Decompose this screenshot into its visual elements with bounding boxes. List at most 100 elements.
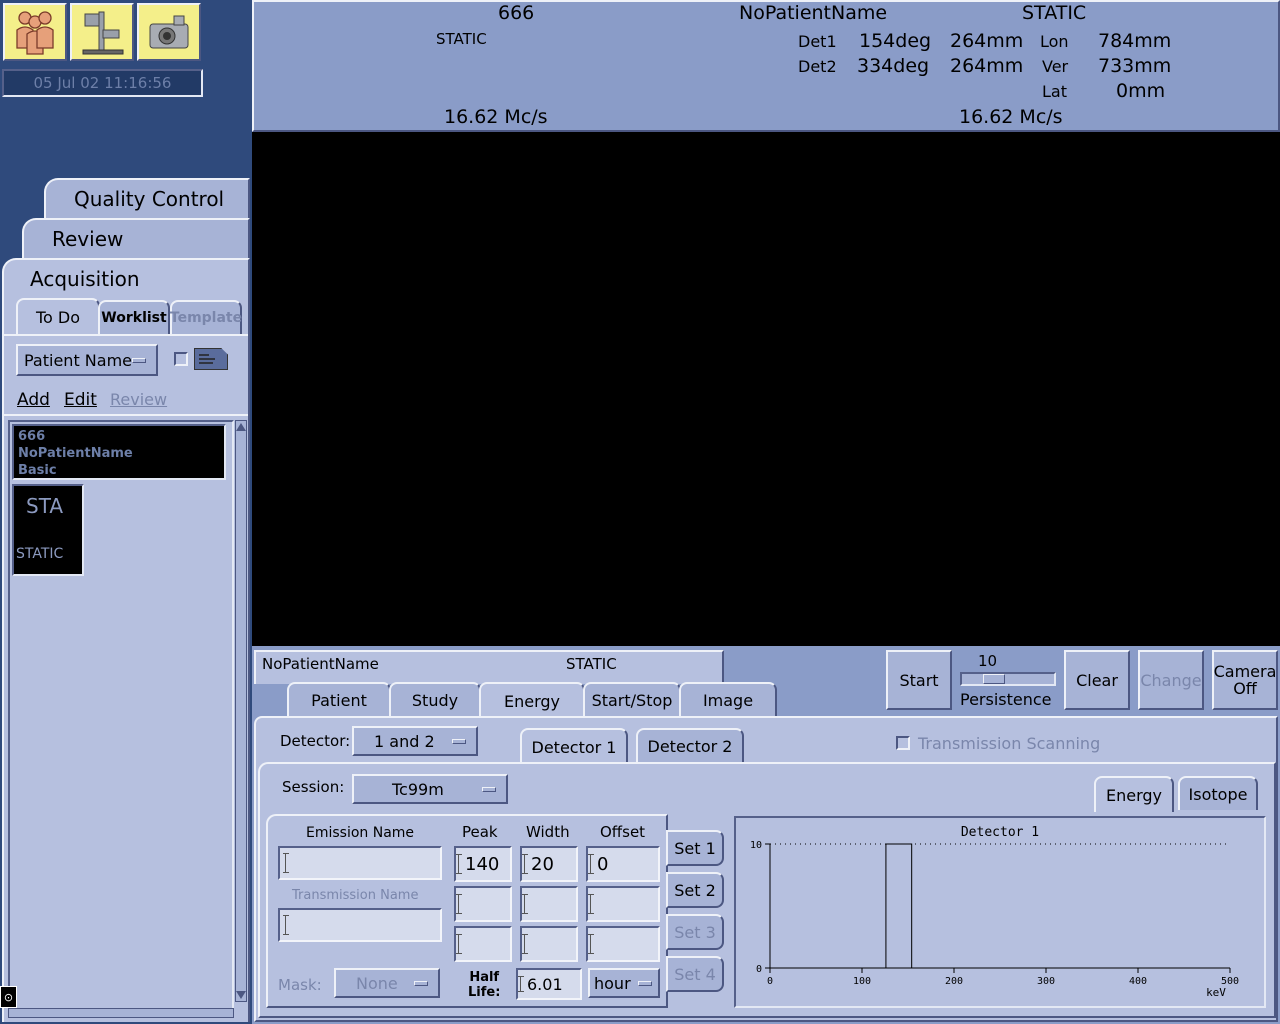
gantry-icon[interactable]	[70, 3, 134, 61]
tab-acquisition[interactable]: Acquisition	[2, 258, 250, 298]
detector-label: Detector:	[280, 732, 351, 750]
width-field-1[interactable]: 20	[520, 846, 578, 882]
set-4-button[interactable]: Set 4	[666, 956, 724, 992]
lat-value: 0mm	[1116, 80, 1166, 102]
set-1-label: Set 1	[674, 838, 716, 858]
subtab-divider	[4, 334, 248, 336]
scroll-down-arrow-icon[interactable]	[236, 991, 246, 1001]
camera-off-button[interactable]: Camera Off	[1212, 650, 1278, 710]
y-tick-label-1: 10	[750, 840, 762, 851]
count-rate-left: 16.62 Mc/s	[444, 106, 548, 128]
emission-name-label: Emission Name	[306, 825, 415, 841]
peak-field-2[interactable]	[454, 886, 512, 922]
session-label: Session:	[282, 778, 345, 796]
offset-field-1[interactable]: 0	[586, 846, 660, 882]
x-tick-label-4: 400	[1129, 976, 1147, 987]
add-action[interactable]: Add	[17, 390, 50, 410]
patient-entry-protocol: Basic	[18, 463, 57, 478]
x-tick-label-0: 0	[767, 976, 773, 987]
side-toggle-icon[interactable]: ⊙	[0, 986, 17, 1008]
persistence-slider-thumb[interactable]	[983, 674, 1005, 684]
ver-label: Ver	[1042, 57, 1069, 76]
chevron-down-icon	[132, 358, 146, 363]
set-1-button[interactable]: Set 1	[666, 830, 724, 866]
detector-dropdown[interactable]: 1 and 2	[352, 726, 478, 756]
tab-template[interactable]: Template	[170, 300, 242, 334]
tab-acquisition-label: Acquisition	[30, 267, 140, 291]
tab-start-stop-label: Start/Stop	[591, 690, 673, 710]
review-action[interactable]: Review	[110, 390, 167, 409]
patients-icon[interactable]	[3, 3, 67, 61]
peak-field-1[interactable]: 140	[454, 846, 512, 882]
tab-patient[interactable]: Patient	[287, 682, 391, 716]
tab-isotope-label: Isotope	[1188, 784, 1248, 804]
sort-dropdown[interactable]: Patient Name	[16, 344, 158, 376]
tab-review-label: Review	[52, 227, 124, 251]
header-right-mode: STATIC	[1022, 2, 1087, 24]
transmission-name-field[interactable]	[278, 908, 442, 942]
change-button[interactable]: Change	[1138, 650, 1204, 710]
tab-review[interactable]: Review	[22, 218, 250, 258]
clear-button[interactable]: Clear	[1064, 650, 1130, 710]
y-tick-label-0: 0	[756, 964, 762, 975]
det1-angle: 154deg	[859, 30, 932, 52]
tab-isotope[interactable]: Isotope	[1178, 776, 1258, 810]
mask-dropdown[interactable]: None	[334, 968, 440, 998]
actions-divider	[4, 414, 248, 416]
vertical-scrollbar[interactable]	[235, 420, 247, 1002]
offset-field-2[interactable]	[586, 886, 660, 922]
energy-window-panel: Emission Name Peak Width Offset 140 20 0…	[266, 814, 668, 1008]
peak-value-1: 140	[465, 853, 500, 875]
transmission-scanning-checkbox[interactable]	[896, 736, 910, 750]
start-button[interactable]: Start	[886, 650, 952, 710]
width-field-3[interactable]	[520, 926, 578, 962]
tab-detector-1-label: Detector 1	[531, 737, 617, 757]
emission-name-field[interactable]	[278, 846, 442, 880]
tab-energy-sub[interactable]: Energy	[1094, 776, 1174, 812]
tab-energy-label: Energy	[503, 691, 560, 711]
scroll-up-arrow-icon[interactable]	[236, 421, 246, 431]
half-life-label-1: Half	[469, 970, 500, 985]
tab-worklist[interactable]: Worklist	[98, 300, 170, 334]
energy-window-series-0	[770, 843, 1230, 969]
acq-header-patient: NoPatientName	[262, 655, 379, 673]
header-left-mode: STATIC	[436, 30, 487, 48]
tab-image[interactable]: Image	[679, 682, 777, 716]
acq-header-mode: STATIC	[566, 655, 617, 673]
tab-worklist-label: Worklist	[101, 310, 167, 326]
x-axis-label: keV	[1206, 986, 1226, 999]
list-view-icon[interactable]	[194, 348, 228, 370]
tab-energy[interactable]: Energy	[479, 682, 585, 718]
tab-todo[interactable]: To Do	[16, 298, 100, 334]
acq-header: NoPatientName STATIC	[254, 650, 724, 684]
tab-start-stop[interactable]: Start/Stop	[583, 682, 681, 716]
filter-checkbox[interactable]	[174, 352, 188, 366]
set-2-button[interactable]: Set 2	[666, 872, 724, 908]
tab-study[interactable]: Study	[389, 682, 481, 716]
peak-label: Peak	[462, 823, 498, 841]
half-life-unit-dropdown[interactable]: hour	[588, 968, 660, 998]
peak-field-3[interactable]	[454, 926, 512, 962]
offset-field-3[interactable]	[586, 926, 660, 962]
patient-entry[interactable]: 666 NoPatientName Basic	[12, 424, 226, 480]
tab-detector-1[interactable]: Detector 1	[520, 728, 628, 764]
tab-patient-label: Patient	[311, 690, 367, 710]
persistence-control: 10 Persistence	[956, 650, 1060, 710]
width-field-2[interactable]	[520, 886, 578, 922]
toolbar	[0, 0, 250, 68]
protocol-thumbnail[interactable]: STA STATIC	[12, 484, 84, 576]
set-3-button[interactable]: Set 3	[666, 914, 724, 950]
horizontal-scrollbar[interactable]	[8, 1008, 234, 1018]
sort-selected: Patient Name	[24, 350, 132, 370]
persistence-slider[interactable]	[960, 672, 1056, 686]
acquisition-panel: To Do Worklist Template Patient Name Add…	[2, 296, 250, 1022]
tab-detector-2[interactable]: Detector 2	[636, 728, 744, 762]
tab-quality-control[interactable]: Quality Control	[44, 178, 250, 218]
edit-action[interactable]: Edit	[64, 390, 97, 410]
session-dropdown[interactable]: Tc99m	[352, 774, 508, 804]
half-life-field[interactable]: 6.01	[516, 968, 582, 1000]
chevron-down-icon	[414, 981, 428, 986]
camera-icon[interactable]	[137, 3, 201, 61]
image-viewport[interactable]	[252, 132, 1280, 646]
energy-spectrum-chart: Detector 1 0 10 0 100 200 300 400 500 keV	[734, 816, 1266, 1008]
